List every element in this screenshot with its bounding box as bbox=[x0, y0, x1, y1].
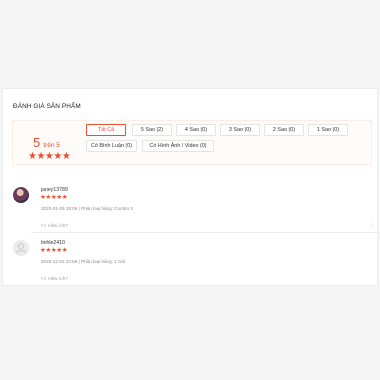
more-vertical-icon[interactable]: · · · bbox=[370, 219, 373, 231]
review-divider bbox=[31, 232, 377, 233]
review-username[interactable]: tinhle2410 bbox=[41, 240, 65, 246]
review-username[interactable]: janey13789 bbox=[41, 187, 68, 193]
helpful-button[interactable]: 👍︎ Hữu ích? bbox=[41, 276, 68, 282]
user-silhouette-icon bbox=[13, 240, 29, 256]
filter-with-media-button[interactable]: Có Hình Ảnh / Video (0) bbox=[142, 140, 214, 152]
thumbs-up-icon: 👍︎ bbox=[41, 223, 47, 229]
thumbs-up-icon: 👍︎ bbox=[41, 276, 47, 282]
section-title: ĐÁNH GIÁ SẢN PHẨM bbox=[13, 103, 81, 110]
helpful-label: Hữu ích? bbox=[48, 223, 68, 229]
review-stars: ★★★★★ bbox=[40, 194, 68, 201]
review-item: tinhle2410 ★★★★★ 2025-12-02 22:58 | Phân… bbox=[13, 240, 375, 282]
filter-5-star-button[interactable]: 5 Sao (2) bbox=[132, 124, 172, 136]
user-avatar[interactable] bbox=[13, 240, 29, 256]
product-ratings-panel: ĐÁNH GIÁ SẢN PHẨM 5 trên 5 ★★★★★ Tất Cả 5… bbox=[2, 88, 378, 286]
rating-stars: ★★★★★ bbox=[28, 151, 71, 162]
rating-overview: 5 trên 5 ★★★★★ Tất Cả 5 Sao (2) 4 Sao (0)… bbox=[12, 120, 372, 165]
filter-4-star-button[interactable]: 4 Sao (0) bbox=[176, 124, 216, 136]
rating-score-suffix: trên 5 bbox=[43, 142, 60, 149]
review-stars: ★★★★★ bbox=[40, 247, 68, 254]
helpful-button[interactable]: 👍︎ Hữu ích? bbox=[41, 223, 68, 229]
rating-score-value: 5 bbox=[33, 135, 41, 150]
filter-with-comment-button[interactable]: Có Bình Luận (0) bbox=[86, 140, 137, 152]
review-item: janey13789 ★★★★★ 2020-01-09 15:06 | Phân… bbox=[13, 187, 375, 231]
filter-2-star-button[interactable]: 2 Sao (0) bbox=[264, 124, 304, 136]
review-meta: 2020-01-09 15:06 | Phân loại hàng: Combo… bbox=[41, 206, 133, 211]
review-meta: 2025-12-02 22:58 | Phân loại hàng: 1 Gói bbox=[41, 259, 126, 264]
rating-score: 5 trên 5 bbox=[33, 134, 60, 152]
user-avatar[interactable] bbox=[13, 187, 29, 203]
filter-3-star-button[interactable]: 3 Sao (0) bbox=[220, 124, 260, 136]
helpful-label: Hữu ích? bbox=[48, 276, 68, 282]
filter-1-star-button[interactable]: 1 Sao (0) bbox=[308, 124, 348, 136]
filter-all-button[interactable]: Tất Cả bbox=[86, 124, 126, 136]
